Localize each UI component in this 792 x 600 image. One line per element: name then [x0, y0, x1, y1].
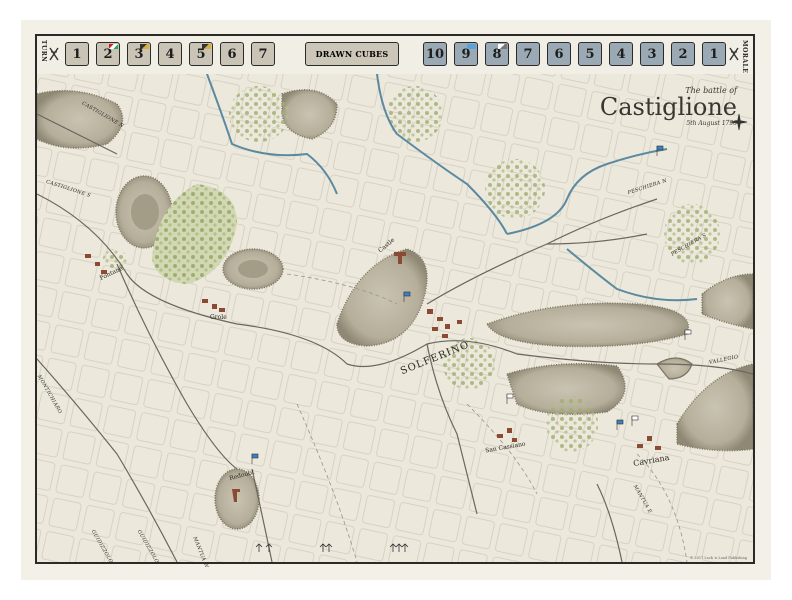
morale-box-label: 2: [678, 46, 688, 62]
marker-flag-icon: [498, 44, 507, 49]
town-label-grole: Grole: [210, 314, 227, 321]
morale-box-label: 7: [523, 46, 533, 62]
marker-flag-icon: [467, 44, 476, 49]
morale-box-3[interactable]: 3: [640, 42, 664, 66]
terrain-layer: [36, 73, 754, 563]
turn-box-7[interactable]: 7: [251, 42, 275, 66]
turn-box-label: 4: [165, 46, 175, 62]
map-title: The battle of Castiglione 5th August 179…: [597, 86, 737, 127]
morale-box-10[interactable]: 10: [423, 42, 447, 66]
turn-box-2[interactable]: 2: [96, 42, 120, 66]
title-main: Castiglione: [599, 93, 737, 121]
morale-box-7[interactable]: 7: [516, 42, 540, 66]
morale-box-8[interactable]: 8: [485, 42, 509, 66]
morale-box-2[interactable]: 2: [671, 42, 695, 66]
morale-box-label: 10: [425, 46, 445, 62]
morale-flag-icon: [729, 46, 739, 61]
morale-box-label: 4: [616, 46, 626, 62]
morale-box-9[interactable]: 9: [454, 42, 478, 66]
morale-box-1[interactable]: 1: [702, 42, 726, 66]
morale-box-6[interactable]: 6: [547, 42, 571, 66]
morale-label: MORALE: [741, 40, 748, 74]
marker-flag-icon: [202, 44, 211, 49]
marker-flag-icon: [109, 44, 118, 49]
turn-flag-icon: [49, 46, 59, 61]
turn-box-5[interactable]: 5: [189, 42, 213, 66]
marker-flag-icon: [140, 44, 149, 49]
turn-box-1[interactable]: 1: [65, 42, 89, 66]
battle-map: CASTIGLIONE N CASTIGLIONE S PESCHIERA N …: [36, 73, 754, 569]
morale-box-label: 3: [647, 46, 657, 62]
turn-box-4[interactable]: 4: [158, 42, 182, 66]
morale-box-label: 1: [709, 46, 719, 62]
turn-box-label: 6: [227, 46, 237, 62]
morale-box-4[interactable]: 4: [609, 42, 633, 66]
morale-box-label: 6: [554, 46, 564, 62]
turn-box-label: 7: [258, 46, 268, 62]
turn-label: TURN: [40, 40, 47, 63]
game-board: TURN 1234567 DRAWN CUBES 10 9 8 7 6 5 4 3 2 1 MOR…: [21, 20, 771, 580]
drawn-cubes-box[interactable]: DRAWN CUBES: [305, 42, 399, 66]
morale-box-label: 5: [585, 46, 595, 62]
turn-box-label: 1: [72, 46, 82, 62]
track-bar: TURN 1234567 DRAWN CUBES 10 9 8 7 6 5 4 3 2 1 MOR…: [37, 36, 753, 75]
title-date: 5th August 1796: [686, 120, 737, 127]
morale-box-5[interactable]: 5: [578, 42, 602, 66]
copyright-text: © 2017 Lock 'n Load Publishing: [689, 556, 747, 560]
turn-box-6[interactable]: 6: [220, 42, 244, 66]
map-frame: TURN 1234567 DRAWN CUBES 10 9 8 7 6 5 4 3 2 1 MOR…: [35, 34, 755, 569]
turn-box-3[interactable]: 3: [127, 42, 151, 66]
